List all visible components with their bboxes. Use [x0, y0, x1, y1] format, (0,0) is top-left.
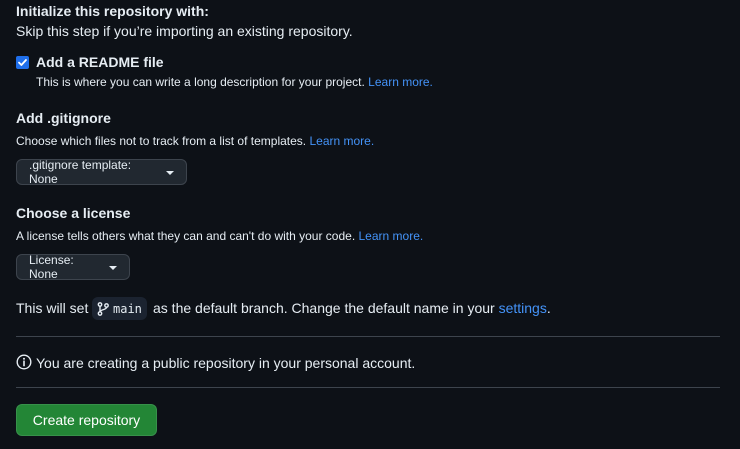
caret-down-icon	[109, 265, 117, 270]
divider	[16, 387, 720, 388]
branch-name: main	[113, 301, 142, 316]
gitignore-description-text: Choose which files not to track from a l…	[16, 134, 307, 148]
caret-down-icon	[166, 170, 174, 175]
readme-checkbox[interactable]	[16, 56, 29, 69]
readme-description: This is where you can write a long descr…	[36, 75, 433, 89]
license-learn-more-link[interactable]: Learn more.	[359, 229, 424, 243]
license-dropdown[interactable]: License: None	[16, 253, 130, 281]
license-dropdown-label: License: None	[29, 253, 74, 281]
settings-link[interactable]: settings	[499, 300, 547, 316]
init-subtitle: Skip this step if you’re importing an ex…	[16, 23, 353, 39]
info-icon	[16, 354, 32, 370]
create-repository-label: Create repository	[32, 412, 141, 428]
git-branch-icon	[97, 301, 109, 316]
license-description-text: A license tells others what they can and…	[16, 229, 356, 243]
checkmark-icon	[18, 59, 27, 66]
branch-suffix: as the default branch. Change the defaul…	[153, 300, 495, 316]
branch-suffix-line: as the default branch. Change the defaul…	[153, 300, 551, 316]
readme-learn-more-link[interactable]: Learn more.	[368, 75, 433, 89]
gitignore-dropdown-label: .gitignore template: None	[29, 158, 132, 186]
license-description: A license tells others what they can and…	[16, 229, 423, 243]
branch-name-badge: main	[92, 297, 147, 320]
init-title: Initialize this repository with:	[16, 3, 209, 19]
readme-description-text: This is where you can write a long descr…	[36, 75, 365, 89]
branch-prefix: This will set	[16, 300, 89, 316]
license-title: Choose a license	[16, 205, 131, 221]
branch-period: .	[546, 300, 551, 316]
divider	[16, 336, 720, 337]
gitignore-description: Choose which files not to track from a l…	[16, 134, 374, 148]
gitignore-title: Add .gitignore	[16, 110, 111, 126]
create-repository-button[interactable]: Create repository	[16, 404, 157, 436]
public-repo-notice: You are creating a public repository in …	[36, 355, 416, 371]
gitignore-learn-more-link[interactable]: Learn more.	[309, 134, 374, 148]
readme-label[interactable]: Add a README file	[36, 54, 164, 70]
gitignore-template-dropdown[interactable]: .gitignore template: None	[16, 158, 187, 186]
